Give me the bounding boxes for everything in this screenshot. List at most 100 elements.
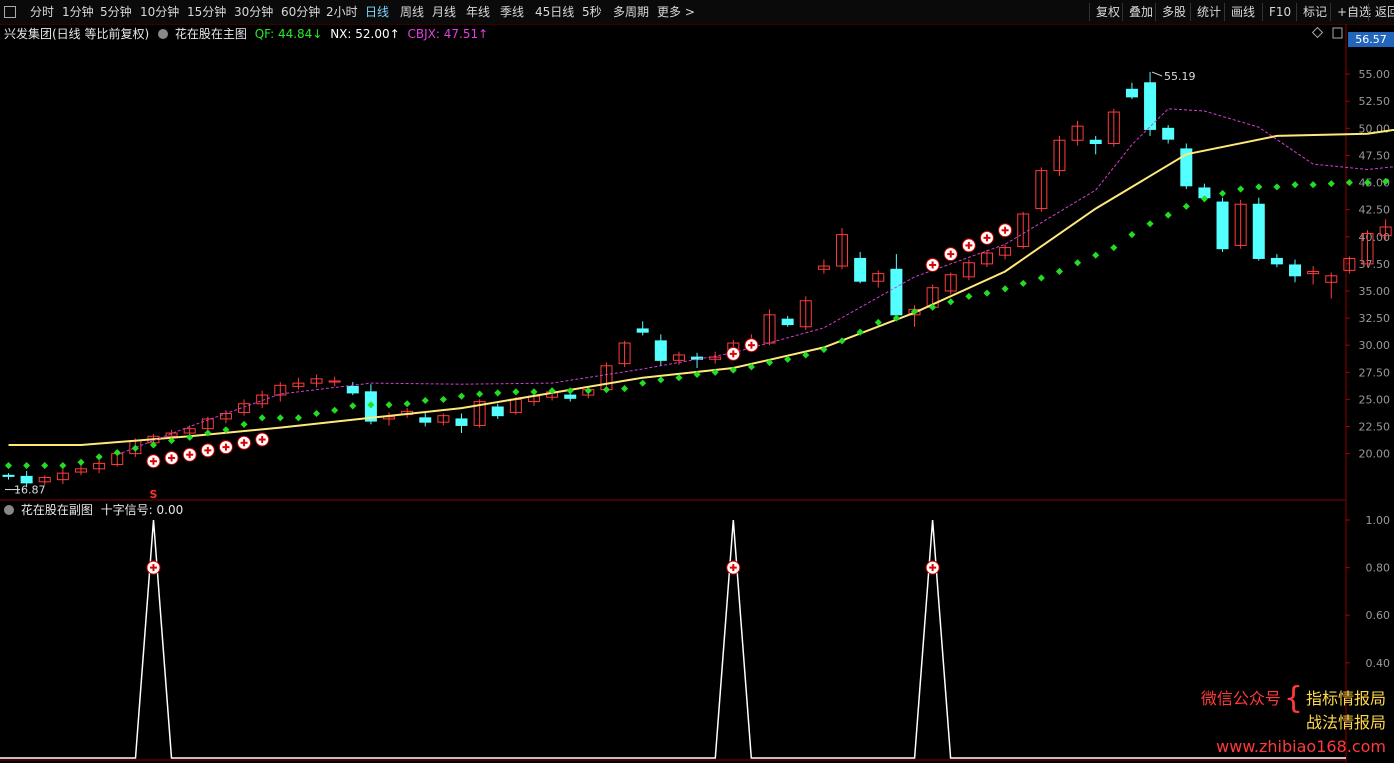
period-tab-14[interactable]: 5秒 <box>582 3 602 21</box>
candle-body-45 <box>817 265 830 270</box>
toolbar-button-6[interactable]: 标记 <box>1296 3 1327 21</box>
support-dot-37 <box>675 374 683 382</box>
candle-body-16 <box>292 382 305 387</box>
main-chart-info: 兴发集团(日线 等比前复权) 花在股在主图 QF: 44.84↓ NX: 52.… <box>4 25 488 43</box>
candle-body-67 <box>1216 201 1229 250</box>
toolbar-button-0[interactable]: 复权 <box>1089 3 1120 21</box>
support-dot-45 <box>820 345 828 354</box>
period-tab-16[interactable]: 更多 > <box>657 3 695 21</box>
support-dot-3 <box>59 462 67 470</box>
candle-body-48 <box>872 273 885 282</box>
period-tab-3[interactable]: 10分钟 <box>140 3 179 21</box>
support-dot-22 <box>403 400 411 408</box>
toolbar-button-2[interactable]: 多股 <box>1155 3 1186 21</box>
period-tab-15[interactable]: 多周期 <box>613 3 649 21</box>
support-dot-28 <box>512 388 520 396</box>
candle-body-65 <box>1180 148 1193 187</box>
period-tab-0[interactable]: 分时 <box>30 3 54 21</box>
candle-body-21 <box>383 416 396 420</box>
candle-body-71 <box>1289 264 1302 277</box>
sub-indicator-toggle-icon[interactable] <box>4 505 14 515</box>
support-dot-4 <box>77 458 85 466</box>
main-tick-label-14: 55.00 <box>1359 68 1391 81</box>
period-tab-6[interactable]: 60分钟 <box>281 3 320 21</box>
support-dot-48 <box>874 318 882 326</box>
candle-body-10 <box>183 428 196 434</box>
support-dot-30 <box>548 387 556 395</box>
period-tab-5[interactable]: 30分钟 <box>234 3 273 21</box>
sub-tick-label-2: 0.80 <box>1366 562 1391 575</box>
period-tab-2[interactable]: 5分钟 <box>100 3 132 21</box>
indicator-toggle-icon[interactable] <box>158 29 169 39</box>
toolbar-button-3[interactable]: 统计 <box>1190 3 1221 21</box>
cbjx-value: CBJX: 47.51↑ <box>407 27 489 41</box>
support-dot-14 <box>258 414 266 422</box>
toolbar-button-7[interactable]: +自选 <box>1330 3 1371 21</box>
main-tick-label-11: 47.50 <box>1359 149 1391 162</box>
support-dot-66 <box>1200 195 1208 203</box>
period-tab-8[interactable]: 日线 <box>365 3 389 21</box>
cross-signal-value: 十字信号: 0.00 <box>100 503 184 517</box>
toolbar-button-1[interactable]: 叠加 <box>1122 3 1153 21</box>
candle-body-1 <box>20 475 33 484</box>
support-dot-76 <box>1382 177 1390 185</box>
period-tab-9[interactable]: 周线 <box>400 3 424 21</box>
candle-body-12 <box>219 413 232 420</box>
candle-body-70 <box>1270 257 1283 265</box>
candle-body-22 <box>401 410 414 416</box>
candle-body-36 <box>654 340 667 361</box>
support-dot-10 <box>186 433 194 441</box>
candle-body-38 <box>691 356 704 360</box>
candle-body-34 <box>618 342 631 365</box>
support-dot-16 <box>294 414 302 422</box>
toolbar-button-5[interactable]: F10 <box>1262 3 1291 21</box>
support-dot-29 <box>530 388 538 396</box>
candle-body-68 <box>1234 203 1247 246</box>
support-dot-24 <box>439 395 447 403</box>
candle-body-13 <box>238 403 251 413</box>
support-dot-54 <box>983 289 991 297</box>
toolbar-button-8[interactable]: 返回 <box>1368 3 1394 21</box>
support-dot-49 <box>892 314 900 322</box>
candle-body-23 <box>419 417 432 423</box>
candle-body-57 <box>1035 170 1048 210</box>
candle-body-37 <box>672 354 685 361</box>
period-tab-7[interactable]: 2小时 <box>326 3 358 21</box>
diamond-icon <box>1311 26 1324 39</box>
indicator-name[interactable]: 花在股在主图 <box>175 27 247 41</box>
candle-body-40 <box>727 342 740 353</box>
window-menu-icon[interactable] <box>4 6 16 18</box>
main-tick-label-10: 45.00 <box>1359 177 1391 190</box>
period-tab-1[interactable]: 1分钟 <box>62 3 94 21</box>
period-tab-11[interactable]: 年线 <box>466 3 490 21</box>
candle-body-46 <box>836 234 849 267</box>
candle-body-74 <box>1343 257 1356 271</box>
period-tab-13[interactable]: 45日线 <box>535 3 574 21</box>
support-dot-61 <box>1110 244 1118 252</box>
support-dot-57 <box>1037 274 1045 282</box>
period-tab-4[interactable]: 15分钟 <box>187 3 226 21</box>
support-dot-58 <box>1055 267 1063 275</box>
candle-body-27 <box>491 406 504 417</box>
cost-line <box>117 108 1394 456</box>
candle-body-28 <box>509 398 522 413</box>
sub-indicator-name[interactable]: 花在股在副图 <box>21 503 93 517</box>
candle-body-56 <box>1017 213 1030 248</box>
candle-body-59 <box>1071 125 1084 141</box>
candle-body-3 <box>56 472 69 481</box>
cross-marker-8-circle <box>744 338 759 353</box>
period-tab-10[interactable]: 月线 <box>432 3 456 21</box>
candle-body-76 <box>1379 226 1392 237</box>
watermark: 微信公众号{指标情报局 战法情报局 www.zhibiao168.com <box>1201 684 1386 759</box>
toolbar-button-4[interactable]: 画线 <box>1224 3 1255 21</box>
sub-cross-marker-0-circle <box>146 560 161 575</box>
watermark-url: www.zhibiao168.com <box>1216 737 1386 756</box>
high-label-pointer <box>1151 71 1163 77</box>
period-tab-12[interactable]: 季线 <box>500 3 524 21</box>
support-dot-20 <box>367 401 375 409</box>
watermark-name-b: 战法情报局 <box>1305 713 1386 732</box>
candlestick-chart[interactable]: 20.00 22.50 25.00 27.50 30.00 32.50 35.00 37.50… <box>0 0 1394 763</box>
support-dot-6 <box>113 449 121 457</box>
support-dot-59 <box>1074 259 1082 267</box>
support-dot-65 <box>1182 202 1190 210</box>
